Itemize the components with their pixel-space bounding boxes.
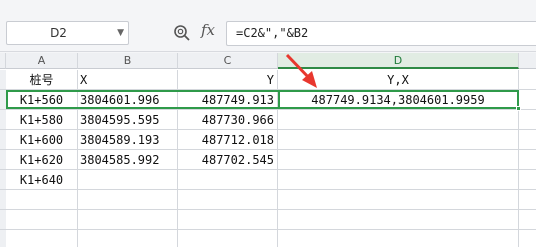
cell-d7[interactable] bbox=[278, 190, 519, 210]
cell-e1[interactable] bbox=[519, 70, 536, 90]
formula-bar: D2 ▼ fx =C2&","&B2 bbox=[0, 0, 536, 52]
cell-e6[interactable] bbox=[519, 170, 536, 190]
cell-c5[interactable]: 487702.545 bbox=[178, 150, 278, 170]
zoom-icon[interactable] bbox=[173, 24, 191, 42]
column-header-b[interactable]: B bbox=[78, 53, 178, 69]
cell-a2[interactable]: K1+560 bbox=[6, 90, 78, 110]
cell-a7[interactable] bbox=[6, 190, 78, 210]
cell-e7[interactable] bbox=[519, 190, 536, 210]
column-header-c[interactable]: C bbox=[178, 53, 278, 69]
cell-b1[interactable]: X bbox=[78, 70, 178, 90]
fx-icon[interactable]: fx bbox=[201, 21, 215, 39]
cell-d1[interactable]: Y,X bbox=[278, 70, 519, 90]
cell-d2[interactable]: 487749.9134,3804601.9959 bbox=[278, 90, 519, 110]
cell-e5[interactable] bbox=[519, 150, 536, 170]
cell-d5[interactable] bbox=[278, 150, 519, 170]
formula-text: =C2&","&B2 bbox=[236, 26, 309, 40]
cell-a8[interactable] bbox=[6, 210, 78, 230]
cell-a6[interactable]: K1+640 bbox=[6, 170, 78, 190]
cell-d4[interactable] bbox=[278, 130, 519, 150]
cell-b4[interactable]: 3804589.193 bbox=[78, 130, 178, 150]
name-box-value: D2 bbox=[50, 26, 67, 40]
formula-input[interactable]: =C2&","&B2 bbox=[226, 21, 536, 46]
column-header-a[interactable]: A bbox=[6, 53, 78, 69]
cell-c9[interactable] bbox=[178, 230, 278, 247]
name-box[interactable]: D2 ▼ bbox=[6, 21, 129, 45]
cell-c1[interactable]: Y bbox=[178, 70, 278, 90]
cell-b2[interactable]: 3804601.996 bbox=[78, 90, 178, 110]
cell-c7[interactable] bbox=[178, 190, 278, 210]
cell-c4[interactable]: 487712.018 bbox=[178, 130, 278, 150]
cell-d6[interactable] bbox=[278, 170, 519, 190]
cell-e4[interactable] bbox=[519, 130, 536, 150]
cell-d3[interactable] bbox=[278, 110, 519, 130]
spreadsheet-grid[interactable]: A B C D 桩号 X Y Y,X K1+560 3804601.996 487749.9… bbox=[0, 53, 536, 247]
cell-a5[interactable]: K1+620 bbox=[6, 150, 78, 170]
cell-a3[interactable]: K1+580 bbox=[6, 110, 78, 130]
cell-c8[interactable] bbox=[178, 210, 278, 230]
cell-d8[interactable] bbox=[278, 210, 519, 230]
cell-a1[interactable]: 桩号 bbox=[6, 70, 78, 90]
cell-a4[interactable]: K1+600 bbox=[6, 130, 78, 150]
cell-c2[interactable]: 487749.913 bbox=[178, 90, 278, 110]
cell-e3[interactable] bbox=[519, 110, 536, 130]
cell-d9[interactable] bbox=[278, 230, 519, 247]
cell-b8[interactable] bbox=[78, 210, 178, 230]
cell-e2[interactable] bbox=[519, 90, 536, 110]
cell-b7[interactable] bbox=[78, 190, 178, 210]
cell-a9[interactable] bbox=[6, 230, 78, 247]
column-header-d[interactable]: D bbox=[278, 53, 519, 69]
cell-e8[interactable] bbox=[519, 210, 536, 230]
cell-b5[interactable]: 3804585.992 bbox=[78, 150, 178, 170]
cell-b9[interactable] bbox=[78, 230, 178, 247]
chevron-down-icon[interactable]: ▼ bbox=[117, 28, 124, 38]
cell-c6[interactable] bbox=[178, 170, 278, 190]
column-header-e[interactable] bbox=[519, 53, 536, 69]
cell-e9[interactable] bbox=[519, 230, 536, 247]
cell-b6[interactable] bbox=[78, 170, 178, 190]
cell-c3[interactable]: 487730.966 bbox=[178, 110, 278, 130]
cell-b3[interactable]: 3804595.595 bbox=[78, 110, 178, 130]
